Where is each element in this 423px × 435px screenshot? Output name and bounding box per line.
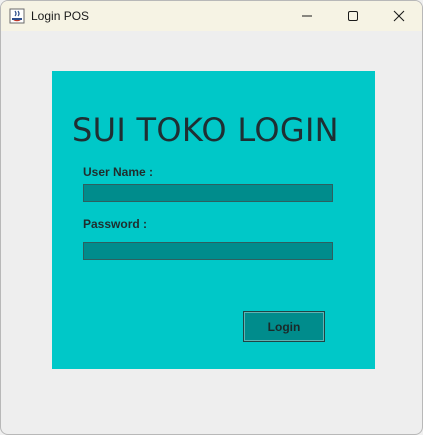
login-button[interactable]: Login xyxy=(243,311,325,342)
login-panel: SUI TOKO LOGIN User Name : Password : Lo… xyxy=(52,71,375,369)
password-field[interactable] xyxy=(83,242,333,260)
minimize-button[interactable] xyxy=(284,1,330,31)
maximize-icon xyxy=(348,11,358,21)
login-heading: SUI TOKO LOGIN xyxy=(72,111,339,149)
password-label: Password : xyxy=(83,217,148,231)
window-title: Login POS xyxy=(31,9,90,23)
minimize-icon xyxy=(302,15,312,17)
username-field[interactable] xyxy=(83,184,333,202)
maximize-button[interactable] xyxy=(330,1,376,31)
username-label: User Name : xyxy=(83,165,154,179)
title-bar[interactable]: Login POS xyxy=(1,1,422,31)
java-app-icon xyxy=(9,8,25,24)
close-button[interactable] xyxy=(376,1,422,31)
close-icon xyxy=(393,10,405,22)
login-window: Login POS SUI TOKO LOGIN User Name : Pas… xyxy=(0,0,423,435)
